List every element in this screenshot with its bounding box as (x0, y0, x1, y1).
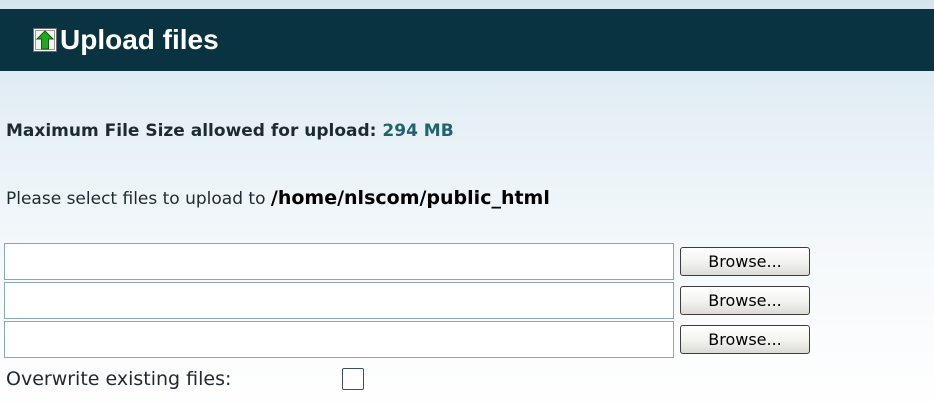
file-path-input[interactable] (4, 321, 674, 358)
browse-button[interactable]: Browse... (680, 325, 810, 354)
upload-destination: Please select files to upload to /home/n… (6, 187, 550, 210)
browse-button[interactable]: Browse... (680, 247, 810, 276)
max-file-size-notice: Maximum File Size allowed for upload: 29… (6, 120, 454, 142)
browse-button[interactable]: Browse... (680, 286, 810, 315)
page-title: Upload files (60, 24, 219, 55)
file-path-input[interactable] (4, 282, 674, 319)
file-upload-row: Browse... (4, 282, 810, 319)
overwrite-existing-label: Overwrite existing files: (6, 368, 232, 390)
max-size-value: 294 MB (382, 121, 454, 141)
file-upload-row: Browse... (4, 321, 810, 358)
upload-destination-path: /home/nlscom/public_html (270, 187, 550, 209)
upload-arrow-icon (33, 28, 57, 52)
file-upload-row: Browse... (4, 243, 810, 280)
page-header: Upload files (0, 9, 934, 71)
upload-destination-label: Please select files to upload to (6, 189, 266, 209)
file-path-input[interactable] (4, 243, 674, 280)
max-size-label: Maximum File Size allowed for upload: (6, 121, 377, 141)
overwrite-existing-checkbox[interactable] (342, 368, 364, 390)
